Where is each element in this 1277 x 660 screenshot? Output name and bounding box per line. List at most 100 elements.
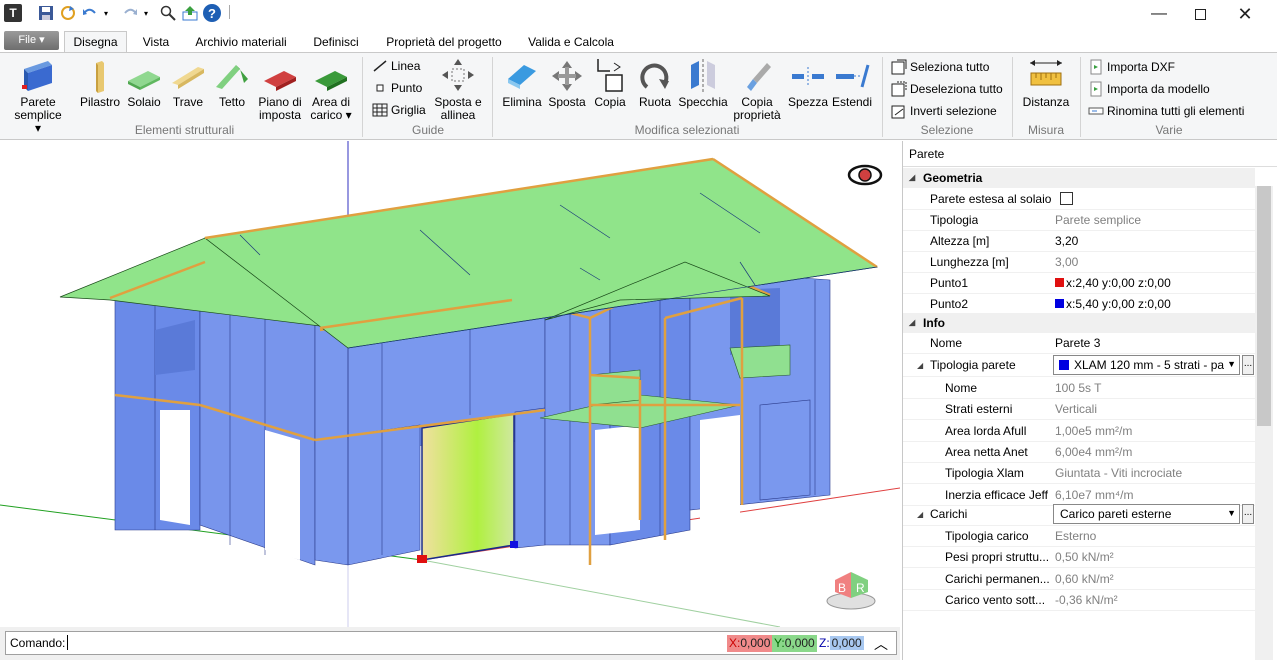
punto2-marker[interactable] [510, 541, 518, 548]
property-value[interactable]: 6,00e4 mm²/m [1055, 445, 1132, 459]
tab-proprieta-progetto[interactable]: Proprietà del progetto [376, 32, 512, 52]
building-model[interactable]: B R [0, 141, 900, 627]
chevron-down-icon: ▼ [1227, 359, 1236, 369]
tab-valida-calcola[interactable]: Valida e Calcola [521, 32, 621, 52]
scrollbar-thumb[interactable] [1257, 186, 1271, 426]
estendi-button[interactable]: Estendi [830, 59, 874, 109]
tab-vista[interactable]: Vista [134, 32, 178, 52]
piano-imposta-button[interactable]: Piano di imposta [255, 59, 305, 122]
redo-icon[interactable] [121, 4, 139, 22]
tetto-button[interactable]: Tetto [212, 59, 252, 109]
tab-disegna[interactable]: Disegna [64, 31, 127, 53]
griglia-button[interactable]: Griglia [372, 103, 426, 117]
move-align-icon [442, 59, 474, 91]
collapse-icon[interactable]: ◢ [917, 361, 923, 370]
property-row: Tipologia Parete semplice [903, 210, 1255, 231]
sposta-button[interactable]: Sposta [546, 59, 588, 109]
property-value[interactable]: 3,20 [1055, 234, 1078, 248]
property-value[interactable]: Verticali [1055, 402, 1097, 416]
y-coordinate-field: Y:0,000 [772, 635, 817, 652]
property-value[interactable]: 3,00 [1055, 255, 1078, 269]
wall-center-lower-left [314, 424, 421, 566]
text-cursor [67, 635, 68, 650]
copia-button[interactable]: Copia [590, 57, 630, 109]
copia-proprieta-button[interactable]: Copia proprietà [732, 57, 782, 122]
seleziona-tutto-button[interactable]: Seleziona tutto [891, 59, 989, 75]
property-value[interactable]: 1,00e5 mm²/m [1055, 424, 1132, 438]
property-key: Lunghezza [m] [930, 255, 1009, 269]
importa-modello-button[interactable]: Importa da modello [1088, 81, 1210, 97]
ellipsis-button[interactable]: ... [1242, 504, 1254, 524]
property-value[interactable]: Parete semplice [1055, 213, 1141, 227]
property-value[interactable]: Giuntata - Viti incrociate [1055, 466, 1182, 480]
spezza-button[interactable]: Spezza [786, 59, 830, 109]
punto1-marker[interactable] [417, 555, 427, 563]
property-value[interactable]: x:2,40 y:0,00 z:0,00 [1066, 276, 1171, 290]
distanza-button[interactable]: Distanza [1018, 57, 1074, 109]
property-value[interactable]: Parete 3 [1055, 336, 1100, 350]
property-value[interactable]: x:5,40 y:0,00 z:0,00 [1066, 297, 1171, 311]
eye-visibility-icon[interactable] [847, 164, 883, 186]
import-model-icon [1090, 81, 1102, 97]
command-input[interactable]: Comando: X:0,000 Y:0,000 Z: 0,000 ︿ [5, 631, 897, 655]
deseleziona-tutto-button[interactable]: Deseleziona tutto [891, 81, 1003, 97]
chevron-up-icon[interactable]: ︿ [874, 634, 888, 654]
category-geometria[interactable]: ◢ Geometria [903, 168, 1255, 188]
property-value[interactable]: 100 5s T [1055, 381, 1101, 395]
zoom-icon[interactable] [159, 4, 177, 22]
inverti-selezione-button[interactable]: Inverti selezione [891, 103, 997, 119]
ruota-button[interactable]: Ruota [634, 59, 676, 109]
property-key: Carichi [930, 507, 968, 521]
punto-button[interactable]: Punto [372, 81, 422, 95]
specchia-button[interactable]: Specchia [678, 59, 728, 109]
property-value[interactable]: 0,50 kN/m² [1055, 550, 1114, 564]
sposta-allinea-button[interactable]: Sposta e allinea [432, 57, 484, 122]
pilastro-label: Pilastro [79, 95, 120, 109]
collapse-icon[interactable]: ◢ [909, 318, 915, 327]
collapse-icon[interactable]: ◢ [909, 173, 915, 182]
sposta-allinea-label: Sposta e [434, 95, 482, 109]
area-carico-button[interactable]: Area di carico ▾ [307, 59, 355, 122]
save-icon[interactable] [37, 4, 55, 22]
roof-icon [216, 65, 248, 89]
group-guide: Guide [411, 123, 445, 137]
property-value[interactable]: 6,10e7 mm⁴/m [1055, 488, 1134, 502]
undo-icon[interactable] [81, 4, 99, 22]
property-value[interactable]: 0,60 kN/m² [1055, 572, 1114, 586]
property-key: Tipologia Xlam [945, 466, 1024, 481]
selected-wall-parete-3[interactable] [421, 413, 515, 561]
solaio-button[interactable]: Solaio [125, 59, 163, 109]
minimize-icon[interactable]: — [1136, 0, 1182, 28]
tab-definisci[interactable]: Definisci [305, 32, 367, 52]
elimina-button[interactable]: Elimina [500, 59, 544, 109]
parete-estesa-checkbox[interactable] [1060, 192, 1073, 205]
3d-viewport[interactable]: B R [0, 141, 900, 627]
view-cube[interactable]: B R [826, 572, 876, 610]
tipologia-parete-select[interactable]: XLAM 120 mm - 5 strati - pa ▼ [1053, 355, 1240, 375]
property-value[interactable]: -0,36 kN/m² [1055, 593, 1118, 607]
slab-icon [128, 71, 160, 90]
help-icon[interactable]: ? [203, 4, 221, 22]
property-key: Tipologia [930, 213, 979, 227]
category-info[interactable]: ◢ Info [903, 313, 1255, 333]
tab-archivio-materiali[interactable]: Archivio materiali [186, 32, 296, 52]
linea-button[interactable]: Linea [372, 59, 420, 73]
property-value[interactable]: Esterno [1055, 529, 1096, 543]
redo-dropdown-icon[interactable]: ▾ [141, 4, 151, 22]
importa-dxf-button[interactable]: Importa DXF [1088, 59, 1175, 75]
carichi-select[interactable]: Carico pareti esterne ▼ [1053, 504, 1240, 524]
panel-scrollbar[interactable] [1255, 186, 1273, 660]
rinomina-elementi-button[interactable]: Rinomina tutti gli elementi [1088, 103, 1244, 119]
title-bar: T ▾ ▾ ? — ✕ [0, 0, 1277, 28]
maximize-icon[interactable] [1177, 0, 1223, 28]
undo-dropdown-icon[interactable]: ▾ [101, 4, 111, 22]
refresh-icon[interactable] [59, 4, 77, 22]
export-icon[interactable] [181, 4, 199, 22]
collapse-icon[interactable]: ◢ [917, 510, 923, 519]
ellipsis-button[interactable]: ... [1242, 355, 1254, 375]
file-menu-button[interactable]: File ▾ [4, 31, 59, 50]
close-icon[interactable]: ✕ [1222, 0, 1268, 28]
property-row: Nome 100 5s T [903, 378, 1255, 399]
pilastro-button[interactable]: Pilastro [78, 59, 122, 109]
trave-button[interactable]: Trave [168, 59, 208, 109]
